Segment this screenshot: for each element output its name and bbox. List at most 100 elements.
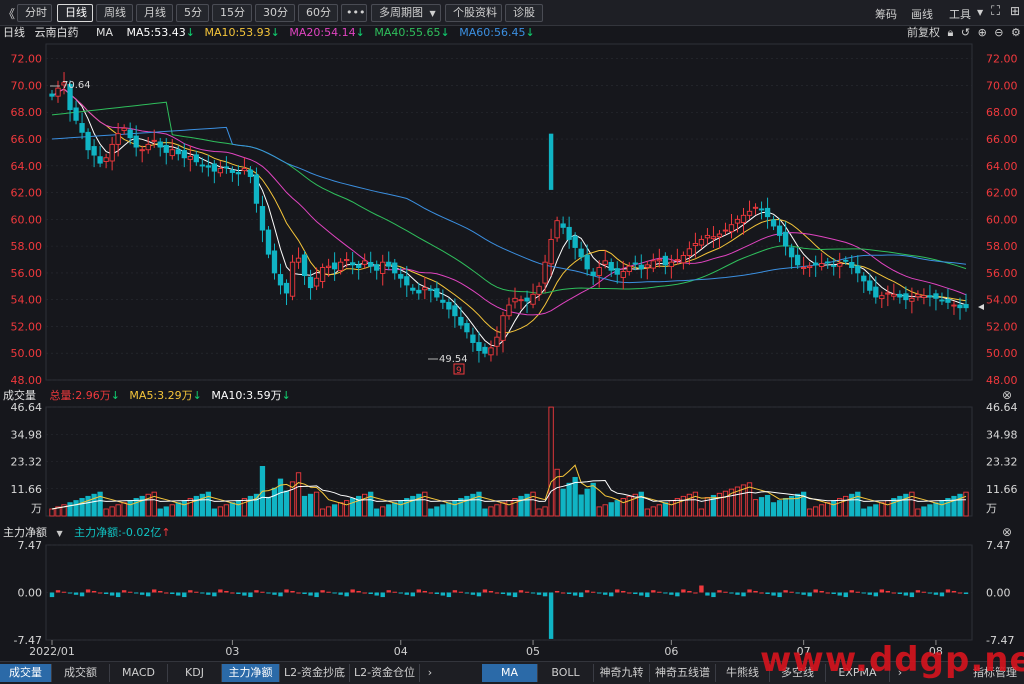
flow-bar [470, 592, 476, 595]
tools-button[interactable]: 工具 [949, 6, 971, 22]
multi-period-dropdown[interactable]: 多周期图 ▼ [371, 4, 441, 22]
tab-l2-position[interactable]: L2-资金仓位 [350, 664, 420, 682]
tab-fenshi[interactable]: 分时 [17, 4, 52, 22]
volume-bar [560, 488, 566, 517]
flow-bar [771, 592, 776, 596]
undo-icon[interactable]: ↺ [961, 26, 970, 39]
flow-bar [560, 592, 566, 594]
zoom-in-icon[interactable]: ⊕ [978, 26, 987, 39]
y-tick-label: 46.64 [986, 401, 1018, 414]
settings-icon[interactable]: ⚙ [1011, 26, 1021, 39]
chart-area[interactable]: 72.00 70.00 68.00 66.00 64.00 62.00 60.00 58.00… [0, 42, 1024, 660]
volume-frame [45, 406, 973, 517]
back-icon[interactable]: 《 [3, 5, 15, 22]
volume-bar [590, 482, 596, 517]
flow-legend: 主力净额 ▼ 主力净额:-0.02亿↑ [3, 525, 177, 541]
flow-bar [578, 592, 584, 598]
diagnose-button[interactable]: 诊股 [505, 4, 543, 22]
tab-rixian[interactable]: 日线 [57, 4, 93, 22]
flow-bar [765, 592, 770, 595]
tab-macd[interactable]: MACD [110, 664, 168, 682]
scroll-right-icon[interactable]: › [422, 664, 438, 682]
volume-bar [97, 491, 103, 517]
close-flow-icon[interactable]: ⊗ [1002, 525, 1012, 539]
volume-ma5-text: MA5:3.29万 [129, 389, 193, 402]
tab-yuexian[interactable]: 月线 [136, 4, 173, 22]
flow-bar [338, 592, 343, 595]
flow-bar [939, 592, 945, 597]
lock-icon[interactable]: 🔒︎ [948, 26, 954, 39]
candle-body [536, 285, 542, 295]
tab-magic-nine[interactable]: 神奇九转 [594, 664, 650, 682]
flow-bars [49, 585, 969, 639]
tab-boll[interactable]: BOLL [538, 664, 594, 682]
tab-l2-bottom-fishing[interactable]: L2-资金抄底 [280, 664, 350, 682]
flow-bar [446, 592, 452, 598]
candle-body [458, 316, 464, 326]
flow-bar [843, 592, 848, 598]
flow-title[interactable]: 主力净额 [3, 526, 47, 539]
candle-body [897, 293, 903, 298]
volume-bar [861, 508, 867, 517]
volume-bar [331, 504, 338, 517]
adjust-mode-button[interactable]: 前复权 [907, 26, 940, 39]
tab-15min[interactable]: 15分 [212, 4, 252, 22]
flow-bar [873, 592, 879, 597]
candle-body [957, 304, 963, 309]
zoom-out-icon[interactable]: ⊖ [994, 26, 1003, 39]
chevron-down-icon[interactable]: ▼ [57, 529, 63, 538]
candle-body [800, 267, 807, 269]
candle-body [915, 293, 921, 298]
tab-main-net-flow[interactable]: 主力净额 [222, 664, 280, 682]
y-tick-label: 64.00 [986, 160, 1018, 173]
volume-bar [488, 506, 494, 517]
chips-button[interactable]: 筹码 [875, 6, 897, 22]
tab-ma[interactable]: MA [482, 664, 538, 682]
unit-label: 万 [31, 502, 42, 515]
arrow-down-icon: ↓ [192, 389, 202, 402]
flow-bar [91, 590, 97, 593]
candle-body [734, 218, 741, 224]
fullscreen-icon[interactable]: ⛶ [991, 4, 1000, 19]
volume-legend: 成交量 总量:2.96万↓ MA5:3.29万↓ MA10:3.59万↓ [3, 388, 297, 404]
tab-5min[interactable]: 5分 [176, 4, 209, 22]
candle-body [837, 263, 843, 267]
candle-body [740, 214, 747, 224]
candle-body [861, 275, 867, 282]
flow-bar [639, 592, 644, 596]
tab-zhouxian[interactable]: 周线 [96, 4, 133, 22]
flow-bar [266, 592, 271, 594]
candle-body [265, 229, 272, 255]
candle-body [608, 262, 614, 271]
candle-body [674, 259, 681, 262]
tab-kdj[interactable]: KDJ [168, 664, 222, 682]
flow-bar [158, 590, 163, 593]
candle-body [614, 268, 620, 275]
y-tick-label: 68.00 [986, 106, 1018, 119]
tab-60min[interactable]: 60分 [298, 4, 338, 22]
tab-volume[interactable]: 成交量 [0, 664, 52, 682]
flow-bar [176, 592, 181, 596]
flow-bar [831, 592, 836, 595]
grid-icon[interactable]: ⊞ [1010, 4, 1020, 18]
volume-bar [337, 502, 344, 517]
draw-button[interactable]: 画线 [911, 6, 933, 22]
more-periods-button[interactable]: ••• [341, 4, 367, 22]
tab-turnover[interactable]: 成交额 [52, 664, 110, 682]
flow-bar [795, 592, 800, 594]
flow-bar [494, 592, 500, 594]
tab-magic-five-line[interactable]: 神奇五线谱 [650, 664, 716, 682]
y-tick-label: 34.98 [986, 428, 1018, 441]
flow-bar [212, 592, 217, 597]
volume-bar [319, 508, 326, 517]
candle-body [416, 289, 422, 294]
candle-body [380, 261, 386, 274]
flow-bar [536, 592, 542, 595]
unit-label: 万 [986, 502, 997, 515]
candle-body [151, 139, 157, 142]
volume-bar [867, 506, 873, 517]
stock-profile-button[interactable]: 个股资料 [445, 4, 502, 22]
tab-30min[interactable]: 30分 [255, 4, 295, 22]
close-volume-icon[interactable]: ⊗ [1002, 388, 1012, 402]
spike-candle [548, 133, 554, 190]
